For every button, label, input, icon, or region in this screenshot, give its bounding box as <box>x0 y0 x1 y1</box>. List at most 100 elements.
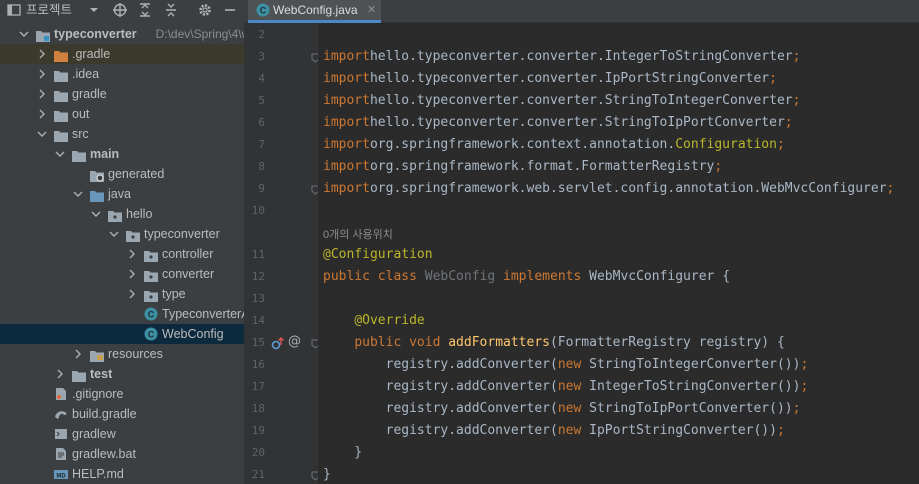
tree-item[interactable]: resources <box>0 344 244 364</box>
code-line: @Override <box>323 310 424 332</box>
code-token: org.springframework.web.servlet.config.a… <box>369 181 887 196</box>
tree-item-label: HELP.md <box>72 467 124 481</box>
chevron-right-icon[interactable] <box>36 44 48 64</box>
chevron-right-icon[interactable] <box>126 264 138 284</box>
tree-item[interactable]: build.gradle <box>0 404 244 424</box>
package-icon <box>144 248 158 262</box>
tree-item-label: test <box>90 367 113 381</box>
tree-item[interactable]: generated <box>0 164 244 184</box>
tree-item[interactable]: gradlew.bat <box>0 444 244 464</box>
line-number: 5 <box>258 94 265 107</box>
code-token: ; <box>769 71 777 86</box>
chevron-down-icon[interactable] <box>18 24 30 44</box>
chevron-right-icon[interactable] <box>54 364 66 384</box>
java-class-icon: C <box>256 3 270 20</box>
locate-file-icon[interactable] <box>112 0 128 20</box>
class-icon: C <box>144 307 158 321</box>
svg-text:C: C <box>148 330 155 340</box>
tree-item[interactable]: .gradle <box>0 44 244 64</box>
chevron-right-icon[interactable] <box>36 64 48 84</box>
override-method-icon[interactable] <box>271 336 285 353</box>
chevron-right-icon[interactable] <box>72 344 84 364</box>
folder-resources-icon <box>90 348 104 362</box>
code-token: import <box>323 137 370 152</box>
folder-generated-icon <box>90 168 104 182</box>
tree-item-label: type <box>162 287 186 301</box>
code-token: } <box>323 445 363 460</box>
tree-item[interactable]: typeconverter <box>0 224 244 244</box>
code-token: @Configuration <box>323 247 433 262</box>
tree-item[interactable]: C WebConfig <box>0 324 244 344</box>
tree-item[interactable]: MD HELP.md <box>0 464 244 484</box>
class-icon: C <box>144 327 158 341</box>
project-toolbar: 프로젝트 <box>0 0 244 22</box>
chevron-down-icon[interactable] <box>36 124 48 144</box>
chevron-down-icon[interactable] <box>108 224 120 244</box>
tree-item-label: build.gradle <box>72 407 137 421</box>
code-token: import <box>323 71 370 86</box>
tree-item[interactable]: .idea <box>0 64 244 84</box>
code-line: registry.addConverter(new StringToIntege… <box>323 354 809 376</box>
code-token: ; <box>776 423 785 438</box>
code-token: ; <box>792 93 801 108</box>
package-icon <box>144 268 158 282</box>
tree-item[interactable]: converter <box>0 264 244 284</box>
hide-panel-icon[interactable] <box>223 0 237 20</box>
view-dropdown-icon[interactable] <box>88 0 100 20</box>
chevron-down-icon[interactable] <box>72 184 84 204</box>
code-editor[interactable]: importhello.typeconverter.converter.Inte… <box>318 23 919 484</box>
tree-item[interactable]: gradlew <box>0 424 244 444</box>
line-number: 17 <box>251 380 265 393</box>
tree-item-label: main <box>90 147 120 161</box>
code-token: registry.addConverter( <box>323 357 558 372</box>
code-token: import <box>323 115 370 130</box>
line-number: 15 <box>251 336 265 349</box>
tree-item[interactable]: C TypeconverterApp <box>0 304 244 324</box>
tree-item[interactable]: gradle <box>0 84 244 104</box>
chevron-right-icon[interactable] <box>36 84 48 104</box>
chevron-right-icon[interactable] <box>126 284 138 304</box>
expand-all-icon[interactable] <box>138 0 152 20</box>
project-view-title[interactable]: 프로젝트 <box>26 0 72 20</box>
usage-inlay-hint[interactable]: 0개의 사용위치 <box>323 226 393 242</box>
code-line: } <box>323 442 362 464</box>
settings-gear-icon[interactable] <box>197 0 213 20</box>
code-line: importorg.springframework.context.annota… <box>323 134 785 156</box>
tree-item[interactable]: controller <box>0 244 244 264</box>
code-line: importorg.springframework.format.Formatt… <box>323 156 722 178</box>
code-token: hello.typeconverter.converter.StringToIp… <box>369 115 785 130</box>
code-token: IpPortStringConverter()) <box>581 423 777 438</box>
code-token: org.springframework.context.annotation. <box>369 137 676 152</box>
tree-item-label: typeconverter <box>144 227 220 241</box>
tree-item[interactable]: main <box>0 144 244 164</box>
tree-item-label: WebConfig <box>162 327 224 341</box>
code-token: org.springframework.format.FormatterRegi… <box>369 159 715 174</box>
code-token: ; <box>784 115 793 130</box>
tree-item[interactable]: java <box>0 184 244 204</box>
line-number: 8 <box>258 160 265 173</box>
tree-item-label: .gitignore <box>72 387 124 401</box>
code-line: registry.addConverter(new IntegerToStrin… <box>323 376 809 398</box>
line-number: 16 <box>251 358 265 371</box>
tree-item[interactable]: .gitignore <box>0 384 244 404</box>
chevron-down-icon[interactable] <box>90 204 102 224</box>
project-view-icon[interactable] <box>6 0 22 20</box>
chevron-right-icon[interactable] <box>36 104 48 124</box>
code-token: Configuration <box>675 137 777 152</box>
close-tab-icon[interactable]: ✕ <box>367 0 376 21</box>
line-number: 12 <box>251 270 265 283</box>
tree-item[interactable]: out <box>0 104 244 124</box>
tree-item[interactable]: src <box>0 124 244 144</box>
tree-item[interactable]: type <box>0 284 244 304</box>
chevron-down-icon[interactable] <box>54 144 66 164</box>
code-token: registry.addConverter( <box>323 379 558 394</box>
chevron-right-icon[interactable] <box>126 244 138 264</box>
collapse-all-icon[interactable] <box>164 0 178 20</box>
code-token: ; <box>714 159 723 174</box>
tree-item-label: .gradle <box>72 47 111 61</box>
tree-item[interactable]: test <box>0 364 244 384</box>
tab-webconfig-java[interactable]: C WebConfig.java ✕ <box>248 0 381 23</box>
bean-annotation-icon[interactable]: @ <box>288 334 301 349</box>
tree-item[interactable]: hello <box>0 204 244 224</box>
tree-item[interactable]: typeconverter D:\dev\Spring\4\w <box>0 24 244 44</box>
